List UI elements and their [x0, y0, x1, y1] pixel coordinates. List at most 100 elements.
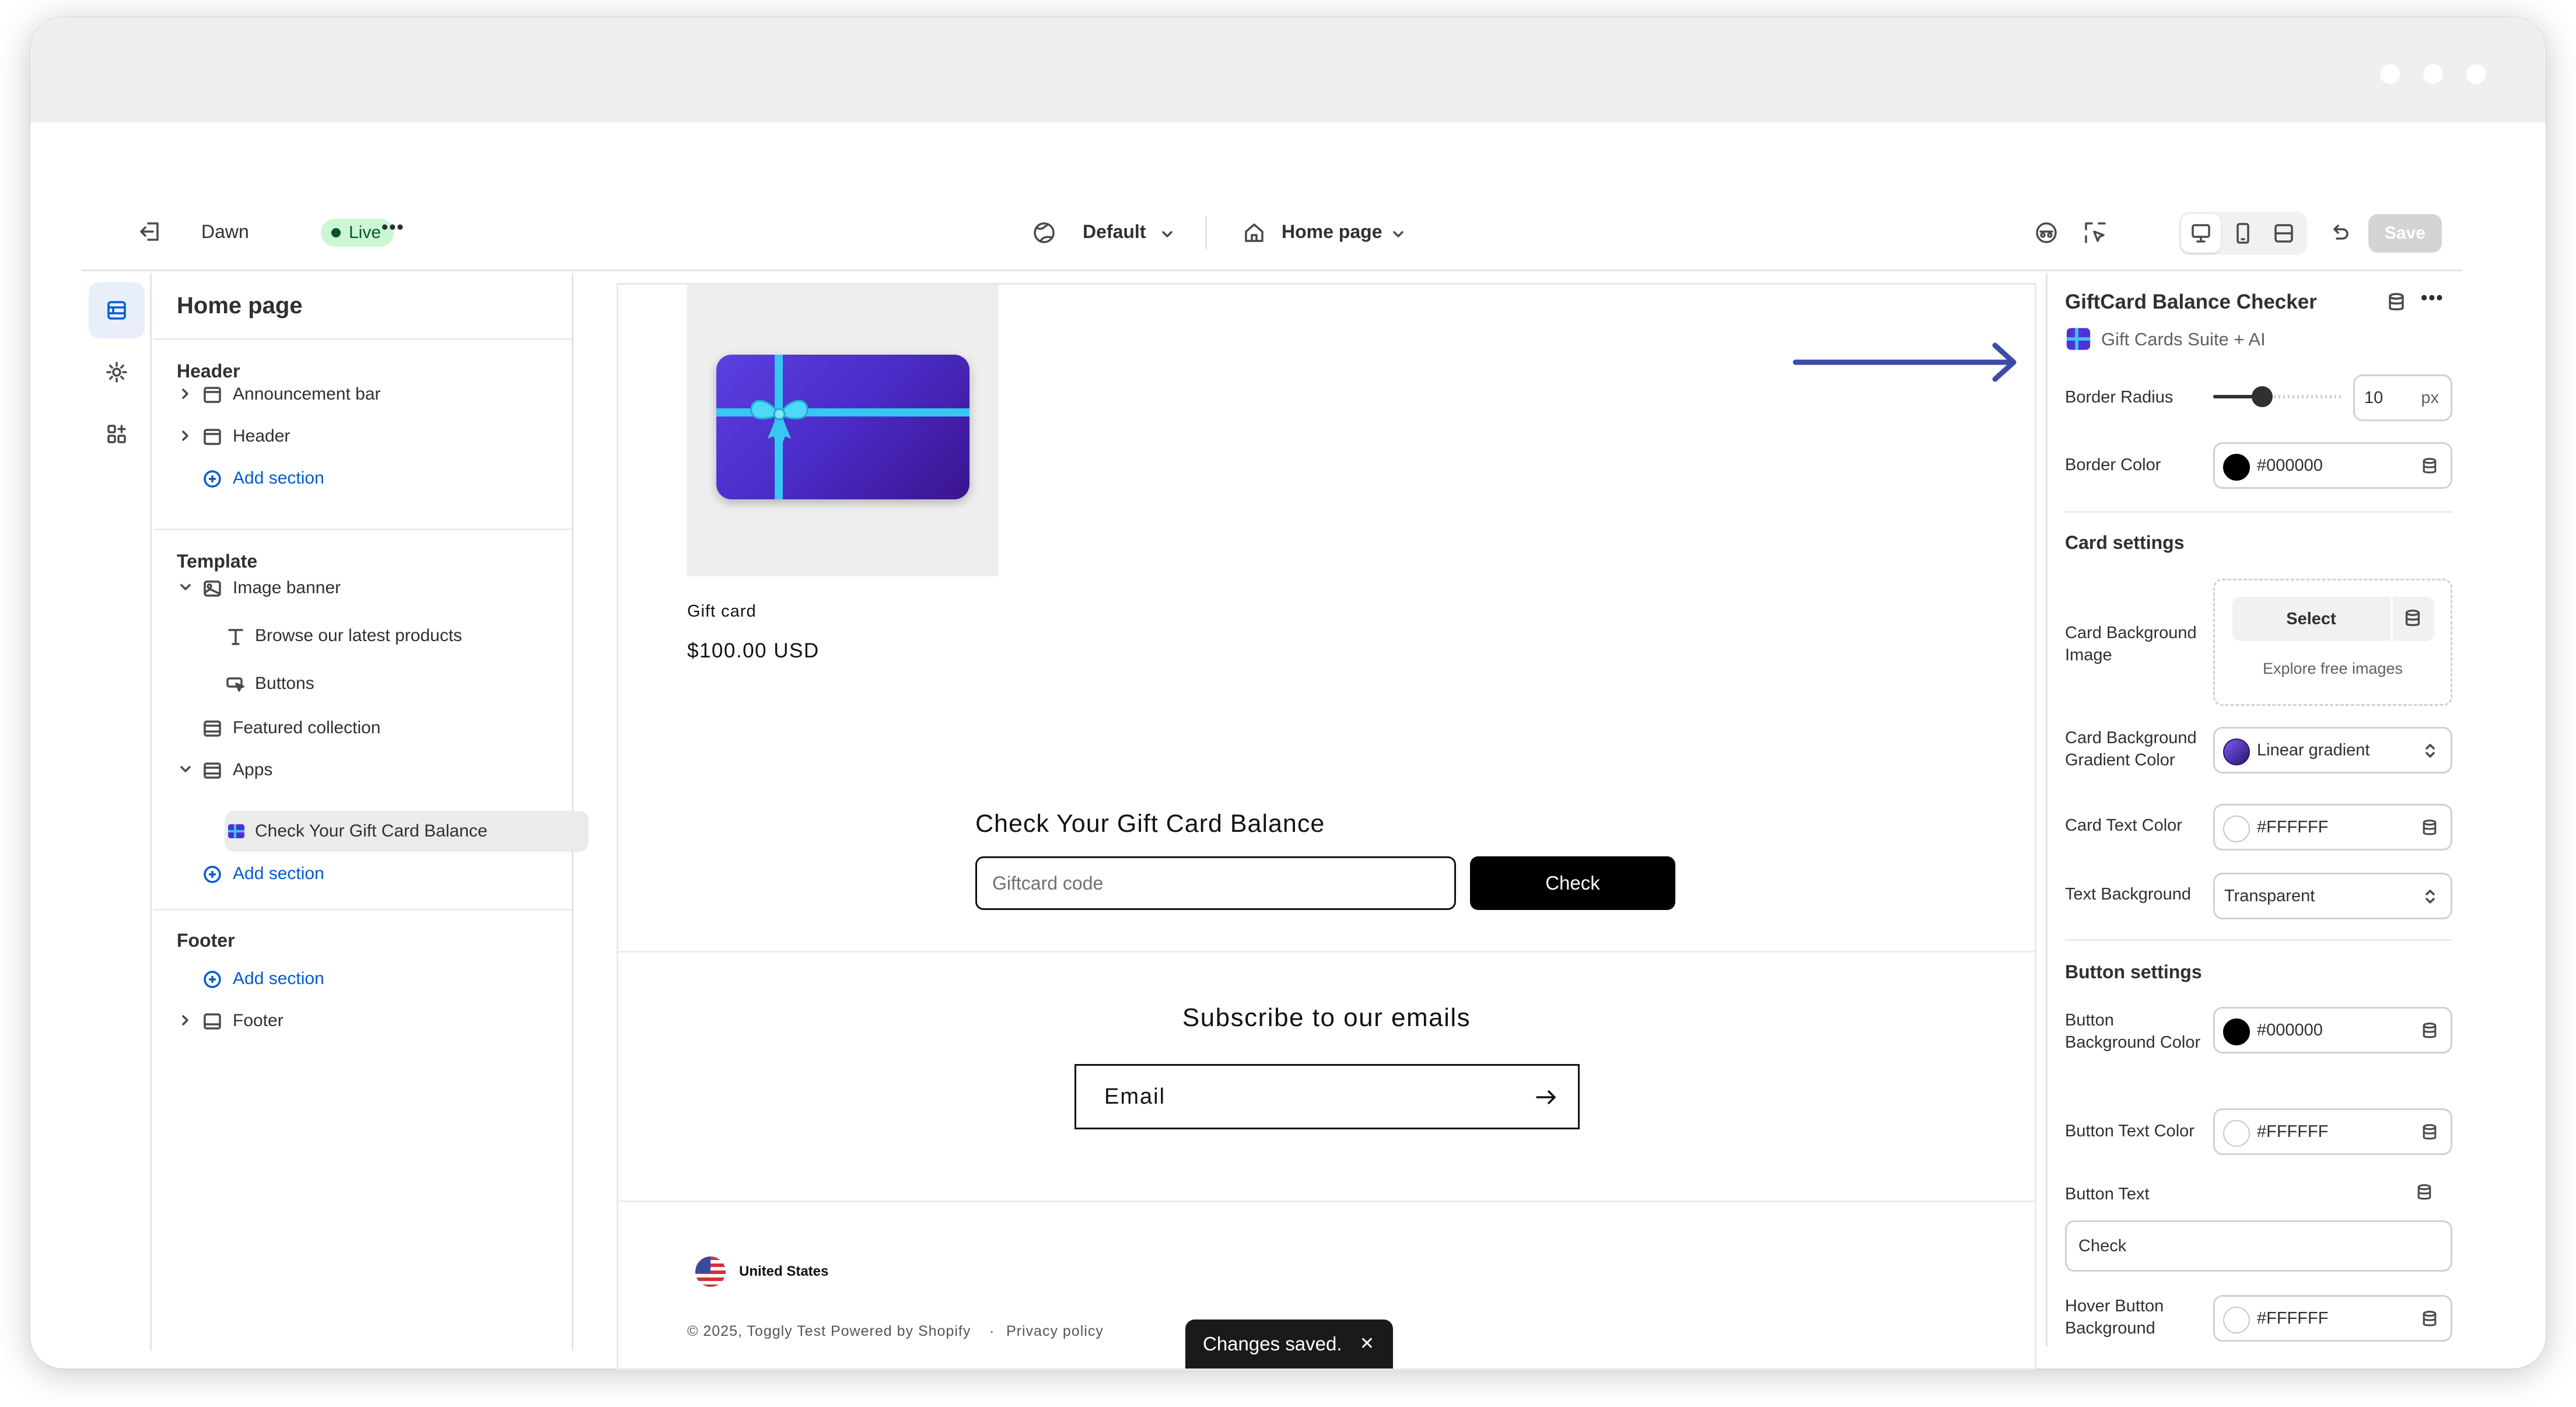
- page-selector[interactable]: Home page: [1282, 221, 1382, 243]
- database-icon[interactable]: [2415, 1183, 2434, 1202]
- database-icon[interactable]: [2420, 1123, 2439, 1142]
- database-icon[interactable]: [2420, 1310, 2439, 1328]
- button-text-color-field[interactable]: #FFFFFF: [2213, 1108, 2452, 1155]
- color-swatch[interactable]: [2223, 1019, 2250, 1045]
- block-item-check-balance[interactable]: Check Your Gift Card Balance: [177, 814, 562, 849]
- copyright: © 2025, Toggly Test Powered by Shopify: [687, 1323, 971, 1339]
- globe-icon[interactable]: [1032, 221, 1056, 244]
- add-section-button[interactable]: Add section: [177, 461, 562, 496]
- apps-icon: [107, 425, 126, 443]
- card-text-color-field[interactable]: #FFFFFF: [2213, 804, 2452, 850]
- arrow-right-icon[interactable]: [1535, 1087, 1558, 1108]
- block-item-browse-products[interactable]: Browse our latest products: [177, 618, 562, 653]
- hover-bg-color-field[interactable]: #FFFFFF: [2213, 1295, 2452, 1342]
- balance-heading: Check Your Gift Card Balance: [975, 810, 1325, 838]
- add-section-button[interactable]: Add section: [177, 961, 562, 996]
- chevron-down-icon[interactable]: [1390, 226, 1407, 243]
- sections-rail-button[interactable]: [89, 282, 145, 338]
- editor-topbar: Dawn Live ••• Default Home page Save: [82, 190, 2462, 271]
- add-section-label: Add section: [233, 864, 324, 883]
- fullscreen-icon[interactable]: [2272, 222, 2295, 245]
- color-swatch[interactable]: [2223, 454, 2250, 481]
- check-balance-button[interactable]: Check: [1470, 856, 1675, 910]
- save-button[interactable]: Save: [2368, 214, 2442, 253]
- inspector-cursor-icon[interactable]: [2082, 220, 2108, 246]
- block-item-label: Browse our latest products: [255, 626, 463, 645]
- color-swatch[interactable]: [2223, 1120, 2250, 1147]
- product-price: $100.00 USD: [687, 639, 820, 662]
- section-item-label: Image banner: [233, 578, 341, 597]
- chevron-down-icon[interactable]: [177, 761, 194, 778]
- chevron-right-icon[interactable]: [177, 1012, 194, 1029]
- border-radius-label: Border Radius: [2065, 388, 2174, 407]
- image-picker: Select Explore free images: [2213, 579, 2452, 706]
- giftcard-code-input[interactable]: Giftcard code: [975, 856, 1456, 910]
- window-dot[interactable]: [2466, 64, 2486, 84]
- email-input[interactable]: Email: [1074, 1064, 1580, 1129]
- window-dot[interactable]: [2380, 64, 2400, 84]
- select-image-button[interactable]: Select: [2232, 597, 2434, 641]
- section-item-footer[interactable]: Footer: [177, 1003, 562, 1038]
- button-text-input[interactable]: Check: [2065, 1220, 2452, 1272]
- select-arrows-icon[interactable]: [2421, 741, 2439, 760]
- chevron-right-icon[interactable]: [177, 385, 194, 402]
- chevron-down-icon[interactable]: [1158, 226, 1176, 243]
- block-item-label: Check Your Gift Card Balance: [255, 821, 488, 841]
- section-item-header[interactable]: Header: [177, 419, 562, 454]
- divider: [153, 338, 572, 340]
- block-item-buttons[interactable]: Buttons: [177, 666, 562, 701]
- color-swatch[interactable]: [2223, 1307, 2250, 1334]
- country-selector[interactable]: United States: [739, 1264, 828, 1280]
- product-image[interactable]: [687, 285, 999, 576]
- border-radius-input[interactable]: 10 px: [2353, 374, 2452, 421]
- settings-rail-button[interactable]: [89, 344, 145, 400]
- database-icon[interactable]: [2403, 608, 2423, 628]
- database-icon[interactable]: [2420, 818, 2439, 837]
- section-item-featured-collection[interactable]: Featured collection: [177, 710, 562, 746]
- border-radius-slider[interactable]: [2213, 384, 2343, 410]
- sidebar-rail: [82, 273, 152, 1351]
- text-background-select[interactable]: Transparent: [2213, 873, 2452, 919]
- apps-rail-button[interactable]: [89, 406, 145, 462]
- database-icon[interactable]: [2386, 292, 2407, 313]
- block-settings-panel: GiftCard Balance Checker ••• Gift Cards …: [2046, 273, 2462, 1346]
- section-item-image-banner[interactable]: Image banner: [177, 570, 562, 606]
- sections-panel: Home page Header Announcement bar Header…: [153, 273, 589, 1351]
- layout-icon: [204, 1013, 221, 1030]
- window-dot[interactable]: [2423, 64, 2443, 84]
- email-placeholder: Email: [1104, 1084, 1166, 1109]
- database-icon[interactable]: [2420, 1021, 2439, 1040]
- more-actions-button[interactable]: •••: [2421, 287, 2444, 309]
- close-icon[interactable]: ✕: [1360, 1320, 1374, 1368]
- card-gradient-label: Card Background Gradient Color: [2065, 729, 2197, 769]
- chevron-right-icon[interactable]: [177, 427, 194, 444]
- desktop-icon[interactable]: [2189, 222, 2213, 245]
- us-flag-icon[interactable]: [694, 1255, 727, 1288]
- product-title[interactable]: Gift card: [687, 602, 757, 621]
- slider-thumb[interactable]: [2252, 386, 2273, 407]
- select-arrows-icon[interactable]: [2421, 887, 2439, 906]
- home-icon[interactable]: [1242, 221, 1266, 244]
- section-item-announcement-bar[interactable]: Announcement bar: [177, 377, 562, 412]
- more-actions-button[interactable]: •••: [382, 216, 405, 238]
- database-icon[interactable]: [2420, 457, 2439, 475]
- hover-bg-value: #FFFFFF: [2257, 1309, 2329, 1328]
- exit-icon[interactable]: [138, 219, 163, 244]
- privacy-policy-link[interactable]: Privacy policy: [1006, 1323, 1104, 1340]
- ai-assistant-icon[interactable]: [2034, 220, 2059, 246]
- add-section-button[interactable]: Add section: [177, 856, 562, 891]
- view-selector[interactable]: Default: [1083, 221, 1146, 243]
- card-gradient-field[interactable]: Linear gradient: [2213, 727, 2452, 774]
- section-item-apps[interactable]: Apps: [177, 752, 562, 788]
- mobile-icon[interactable]: [2231, 222, 2255, 245]
- undo-icon[interactable]: [2328, 221, 2351, 244]
- add-section-label: Add section: [233, 468, 324, 488]
- button-bg-color-field[interactable]: #000000: [2213, 1007, 2452, 1054]
- app-name: Gift Cards Suite + AI: [2101, 329, 2266, 349]
- gradient-swatch[interactable]: [2223, 738, 2250, 765]
- plus-circle-icon: [204, 470, 221, 488]
- chevron-down-icon[interactable]: [177, 579, 194, 596]
- explore-images-link[interactable]: Explore free images: [2215, 660, 2451, 678]
- border-color-field[interactable]: #000000: [2213, 442, 2452, 489]
- color-swatch[interactable]: [2223, 816, 2250, 842]
